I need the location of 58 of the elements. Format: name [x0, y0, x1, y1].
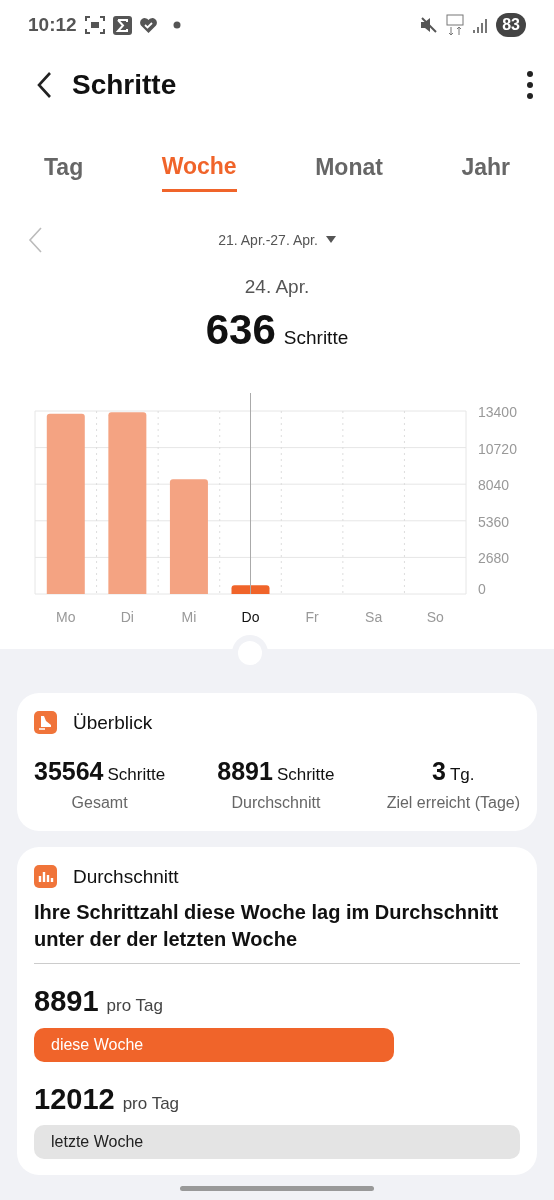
- bar-chart-icon: [34, 865, 57, 889]
- bar[interactable]: [108, 411, 147, 594]
- back-icon[interactable]: [36, 71, 52, 99]
- period-tab[interactable]: Woche: [161, 142, 237, 193]
- page-title: Schritte: [72, 68, 177, 102]
- shoe-icon: [34, 711, 57, 735]
- previous-icon[interactable]: [28, 227, 42, 253]
- x-axis-label: Do: [241, 608, 260, 625]
- selected-date: 24. Apr.: [243, 275, 311, 299]
- battery-indicator: 83: [496, 13, 526, 37]
- card-title: Überblick: [73, 710, 153, 735]
- daily-average-value: 8891: [34, 984, 99, 1019]
- bar[interactable]: [231, 584, 270, 594]
- x-axis-label: So: [426, 608, 444, 625]
- stat-value: 35564: [34, 756, 104, 787]
- y-axis-label: 10720: [478, 440, 517, 457]
- period-tab[interactable]: Jahr: [461, 144, 510, 191]
- week-bar: diese Woche: [34, 1027, 394, 1062]
- mute-icon: [420, 16, 439, 34]
- card-title: Durchschnitt: [73, 864, 179, 889]
- stat-label: Ziel erreicht (Tage): [386, 792, 520, 813]
- y-axis-label: 13400: [478, 403, 517, 420]
- step-count: 636: [205, 304, 276, 355]
- clock: 10:12: [28, 12, 77, 37]
- y-axis-label: 5360: [478, 513, 510, 530]
- period-tab[interactable]: Tag: [44, 144, 84, 191]
- period-tab[interactable]: Monat: [315, 144, 383, 191]
- stat-label: Durchschnitt: [230, 792, 322, 813]
- x-axis-label: Fr: [305, 608, 319, 625]
- step-unit: Schritte: [283, 325, 349, 350]
- bar[interactable]: [46, 413, 85, 594]
- stat-unit: Schritte: [276, 764, 335, 786]
- week-bar: letzte Woche: [34, 1125, 520, 1159]
- comparison-message: Ihre Schrittzahl diese Woche lag im Durchschnitt unter der der letzten Woche: [34, 899, 520, 964]
- stat-unit: Tg.: [450, 764, 475, 786]
- stat-value: 3: [432, 756, 446, 787]
- caret-icon: [325, 236, 336, 244]
- daily-average-unit: pro Tag: [122, 1092, 180, 1115]
- stat-value: 8891: [217, 756, 273, 787]
- stat-unit: Schritte: [107, 764, 166, 786]
- date-range-dropdown[interactable]: 21. Apr.-27. Apr.: [218, 229, 336, 251]
- signal-icon: [472, 17, 489, 33]
- heart-icon: [139, 17, 157, 33]
- x-axis-label: Mi: [181, 608, 197, 625]
- notification-dot-icon: [172, 21, 181, 29]
- more-options-icon[interactable]: [526, 70, 534, 100]
- y-axis-label: 8040: [478, 476, 510, 493]
- stat-label: Gesamt: [70, 792, 129, 813]
- daily-average-unit: pro Tag: [106, 995, 163, 1017]
- x-axis-label: Mo: [56, 608, 76, 625]
- x-axis-label: Sa: [365, 608, 383, 625]
- y-axis-label: 0: [478, 580, 486, 597]
- y-axis-label: 2680: [478, 549, 510, 566]
- daily-average-value: 12012: [34, 1081, 115, 1117]
- bar[interactable]: [169, 478, 208, 594]
- sigma-icon: [112, 15, 132, 35]
- screenshot-icon: [84, 16, 105, 34]
- x-axis-label: Di: [120, 608, 134, 625]
